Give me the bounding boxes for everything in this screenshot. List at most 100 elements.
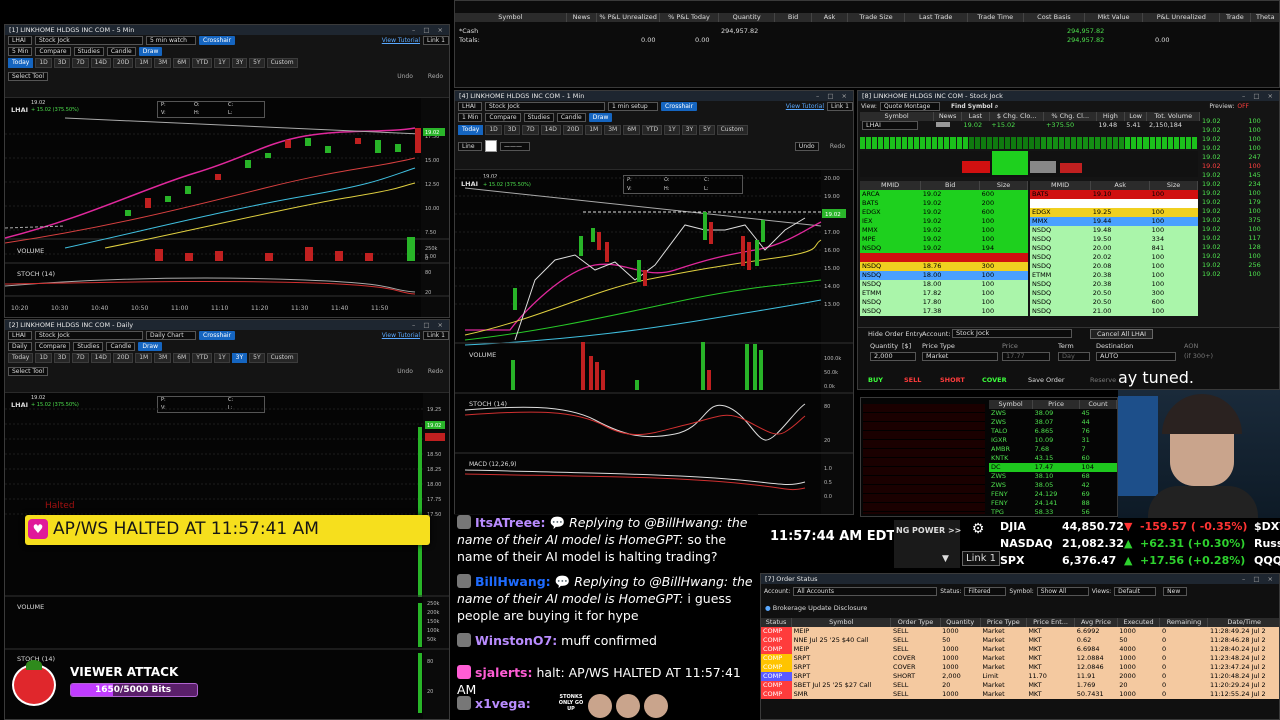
layout-select[interactable]: Stock Jock [35,331,143,340]
timeframe-custom[interactable]: Custom [266,58,298,68]
select-tool[interactable]: Select Tool [8,366,49,376]
undo-button[interactable]: Undo [794,141,819,151]
ask-row[interactable]: NSDQ 21.00 100 [1030,307,1198,316]
column-header[interactable]: Trade Time [967,13,1025,22]
line-select[interactable]: Line [458,141,482,151]
mover-row[interactable]: DC 17.47 104 [989,463,1117,472]
ask-row[interactable]: NSDQ 20.08 100 [1030,262,1198,271]
mover-row[interactable]: KNTK 43.15 60 [989,454,1117,463]
mover-row[interactable]: ZWS 38.05 42 [989,481,1117,490]
symbol-select[interactable]: LHAI [8,36,32,45]
timeframe-14d[interactable]: 14D [90,58,111,68]
bid-row[interactable]: NSDQ 18.00 100 [860,280,1028,289]
column-header[interactable]: Price Ent... [1026,618,1076,627]
column-header[interactable]: Status [761,618,793,627]
index-row[interactable]: DJIA 44,850.72▼ -159.57 ( -0.35%) $DXY [996,520,1280,537]
view-tutorial-link[interactable]: View Tutorial [786,103,824,110]
timeframe-20d[interactable]: 20D [112,58,134,68]
order-row[interactable]: COMP SRPT COVER 1000 Market MKT 12.0884 1000 0 11… [761,654,1279,663]
column-header[interactable]: Symbol [860,112,935,121]
bid-row[interactable]: NSDQ 18.76 300 [860,262,1028,271]
redo-button[interactable]: Redo [428,73,443,80]
link-selector[interactable]: Link 1 [962,551,1001,566]
symbol-select[interactable]: LHAI [8,331,32,340]
timeframe-7d[interactable]: 7D [72,58,89,68]
column-header[interactable]: Tot. Volume [1146,112,1200,121]
quantity-input[interactable]: 2,000 [870,352,916,361]
timeframe-1d[interactable]: 1D [485,125,502,135]
timeframe-ytd[interactable]: YTD [192,58,213,68]
layout-select[interactable]: Stock Jock [35,36,143,45]
ask-row[interactable]: NSDQ 20.02 100 [1030,253,1198,262]
timeframe-3y[interactable]: 3Y [681,125,698,135]
column-header[interactable]: Low [1124,112,1148,121]
column-header[interactable]: % P&L Today [659,13,719,22]
index-row[interactable]: NASDAQ 21,082.32▲ +62.31 (+0.30%) Russell [996,537,1280,554]
index-row[interactable]: SPX 6,376.47 ▲ +17.56 (+0.28%) QQQ [996,554,1280,571]
studies-button[interactable]: Studies [73,342,104,351]
ask-row[interactable]: NSDQ 19.48 100 [1030,226,1198,235]
save-order-button[interactable]: Save Order [1028,376,1065,384]
disclosure-link[interactable]: ● Brokerage Update Disclosure [765,604,867,612]
mover-row[interactable]: IGXR 10.09 31 [989,436,1117,445]
chat-username[interactable]: sjalerts: [475,665,533,680]
timeframe-6m[interactable]: 6M [173,58,191,68]
column-header[interactable]: Date/Time [1207,618,1279,627]
column-header[interactable]: News [566,13,598,22]
timeframe-3d[interactable]: 3D [53,353,71,363]
column-header[interactable]: Symbol [791,618,892,627]
order-row[interactable]: COMP MEIP SELL 1000 Market MKT 6.6984 4000 0 11:2… [761,645,1279,654]
column-header[interactable]: % Chg. Cl... [1043,112,1097,121]
mover-row[interactable]: FENY 24.129 69 [989,490,1117,499]
timeframe-3d[interactable]: 3D [53,58,71,68]
timeframe-1y[interactable]: 1Y [214,353,230,363]
symbol-select[interactable]: Show All [1036,586,1089,596]
column-header[interactable]: Bid [774,13,812,22]
timeframe-7d[interactable]: 7D [522,125,539,135]
bid-row[interactable]: MMX 19.02 100 [860,226,1028,235]
color-swatch[interactable] [485,140,497,152]
term-select[interactable]: Day [1058,352,1090,361]
layout-select[interactable]: Stock Jock [485,102,605,111]
price-input[interactable]: 17.77 [1002,352,1050,361]
views-select[interactable]: Default [1114,586,1157,596]
column-header[interactable]: Price [1032,400,1081,409]
redo-button[interactable]: Redo [428,368,443,375]
bid-row[interactable]: BATS 19.02 200 [860,199,1028,208]
timeframe-custom[interactable]: Custom [716,125,748,135]
column-header[interactable]: Symbol [455,13,567,22]
timeframe-14d[interactable]: 14D [90,353,111,363]
studies-button[interactable]: Studies [73,47,104,56]
column-header[interactable]: Remaining [1159,618,1209,627]
account-select[interactable]: All Accounts [793,586,938,596]
link-select[interactable]: Link 1 [826,102,853,111]
timeframe-6m[interactable]: 6M [623,125,641,135]
status-select[interactable]: Filtered [964,586,1007,596]
column-header[interactable]: Order Type [890,618,941,627]
bid-row[interactable]: NSDQ 17.38 100 [860,307,1028,316]
timeframe-5y[interactable]: 5Y [699,125,715,135]
column-header[interactable]: Quantity [940,618,981,627]
ask-row[interactable]: NSDQ 19.50 334 [1030,235,1198,244]
order-row[interactable]: COMP MEIP SELL 1000 Market MKT 6.6992 1000 0 11:2… [761,627,1279,636]
mover-row[interactable]: FENY 24.141 88 [989,499,1117,508]
quote-symbol[interactable]: LHAI [860,121,934,130]
account-select[interactable]: Stock Jock [952,329,1072,338]
ask-row[interactable]: BATS 19.10 100 [1030,190,1198,199]
news-icon[interactable] [934,121,962,130]
order-row[interactable]: COMP SRPT COVER 1000 Market MKT 12.0846 1000 0 11… [761,663,1279,672]
chat-username[interactable]: WinstonO7: [475,633,557,648]
draw-button[interactable]: Draw [138,342,162,351]
symbol-select[interactable]: LHAI [458,102,482,111]
timeframe-6m[interactable]: 6M [173,353,191,363]
ask-row[interactable] [1030,199,1198,208]
preview-toggle[interactable]: OFF [1237,103,1249,110]
column-header[interactable]: Quantity [718,13,776,22]
short-button[interactable]: SHORT [940,376,965,384]
bid-row[interactable]: IEX 19.02 100 [860,217,1028,226]
column-header[interactable]: Cost Basis [1023,13,1085,22]
ask-row[interactable]: NSDQ 20.50 600 [1030,298,1198,307]
timeframe-today[interactable]: Today [8,58,34,68]
column-header[interactable]: % P&L Unrealized [596,13,661,22]
bid-row[interactable]: NSDQ 19.02 194 [860,244,1028,253]
